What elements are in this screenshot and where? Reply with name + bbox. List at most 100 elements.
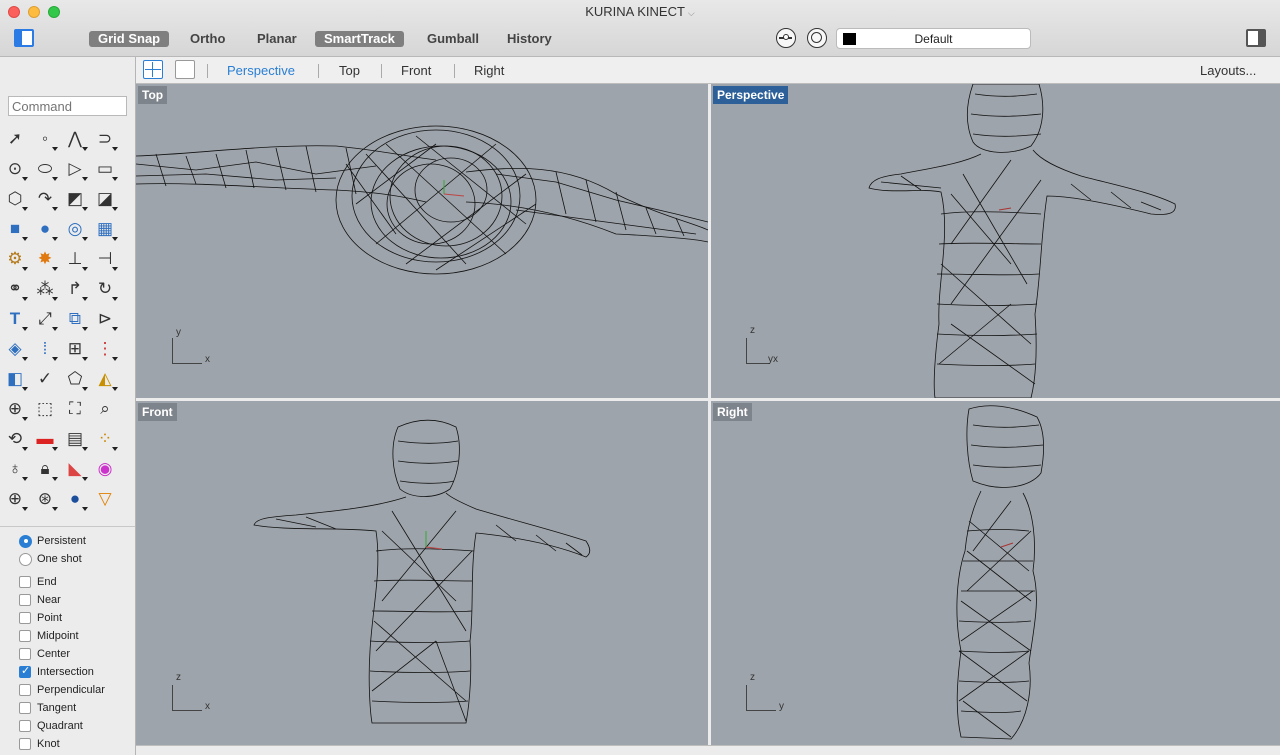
grid-dots-icon[interactable]: ⁞ (33, 337, 58, 361)
curve-icon[interactable]: ⊃ (93, 127, 118, 151)
color-wheel-icon[interactable]: ◉ (93, 457, 117, 481)
rotate-view-icon[interactable]: ⟲ (3, 427, 28, 451)
cylinder-icon[interactable]: ◎ (63, 217, 88, 241)
viewport-right[interactable]: Right z y (711, 401, 1280, 745)
layer-selector[interactable]: Default (836, 28, 1031, 49)
analyze-icon[interactable]: ◧ (3, 367, 28, 391)
pen-icon[interactable]: ▽ (93, 487, 117, 511)
mesh-plane-icon[interactable]: ▦ (93, 217, 118, 241)
tab-right[interactable]: Right (474, 63, 504, 78)
command-input[interactable] (8, 96, 127, 116)
one-shot-radio[interactable]: One shot (19, 551, 82, 567)
checkbox[interactable] (19, 702, 31, 714)
rectangle-icon[interactable]: ▭ (93, 157, 118, 181)
dimension-icon[interactable]: ⊳ (93, 307, 118, 331)
bulb-icon[interactable]: ♁ (3, 457, 28, 481)
osnap-intersection[interactable]: Intersection (19, 664, 94, 680)
checkbox[interactable] (19, 738, 31, 750)
radio-selected[interactable] (19, 534, 32, 548)
checkbox[interactable] (19, 612, 31, 624)
text-object-icon[interactable]: T (3, 307, 28, 331)
osnap-knot[interactable]: Knot (19, 736, 60, 752)
osnap-tangent[interactable]: Tangent (19, 700, 76, 716)
sidebar-toggle-icon[interactable] (14, 29, 34, 47)
array-grid-icon[interactable]: ⊞ (63, 337, 88, 361)
zoom-in-icon[interactable]: ⊕ (3, 397, 28, 421)
move-icon[interactable]: ⤢ (33, 307, 58, 331)
polygon-icon[interactable]: ⬡ (3, 187, 28, 211)
surface-extrude-icon[interactable]: ◪ (93, 187, 118, 211)
circle-icon[interactable]: ⊙ (3, 157, 28, 181)
trim-icon[interactable]: ⊥ (63, 247, 88, 271)
viewport-label-front[interactable]: Front (138, 403, 177, 421)
search-icon[interactable]: ⌕ (93, 397, 117, 421)
zoom-window-icon[interactable]: ⬚ (33, 397, 57, 421)
select-arrow-icon[interactable]: ➚ (3, 127, 27, 151)
window-title[interactable]: KURINA KINECT ⌵ (0, 4, 1280, 19)
osnap-near[interactable]: Near (19, 592, 61, 608)
viewport-perspective[interactable]: Perspective z yx (711, 84, 1280, 398)
viewport-label-right[interactable]: Right (713, 403, 752, 421)
viewport-front[interactable]: Front z x (136, 401, 708, 745)
layouts-button[interactable]: Layouts... (1200, 63, 1256, 78)
car-icon[interactable]: ▬ (33, 427, 58, 451)
shade-icon[interactable]: ⬠ (63, 367, 88, 391)
zoom-extents-icon[interactable]: ⛶ (63, 397, 87, 421)
light-icon[interactable]: ◭ (93, 367, 118, 391)
osnap-end[interactable]: End (19, 574, 57, 590)
fillet-edge-icon[interactable]: ↱ (63, 277, 88, 301)
checkbox[interactable] (19, 648, 31, 660)
tab-front[interactable]: Front (401, 63, 431, 78)
boolean-union-icon[interactable]: ⚭ (3, 277, 28, 301)
gumball-button[interactable]: Gumball (418, 31, 488, 47)
align-icon[interactable]: ⋮ (93, 337, 118, 361)
planar-button[interactable]: Planar (248, 31, 306, 47)
map-icon[interactable]: ▤ (63, 427, 88, 451)
check-icon[interactable]: ✓ (33, 367, 57, 391)
surface-corner-icon[interactable]: ◩ (63, 187, 88, 211)
osnap-target-icon[interactable] (807, 28, 827, 48)
checkbox[interactable] (19, 594, 31, 606)
arc-icon[interactable]: ▷ (63, 157, 88, 181)
ellipse-icon[interactable]: ⬭ (33, 157, 58, 181)
osnap-perpendicular[interactable]: Perpendicular (19, 682, 105, 698)
osnap-center[interactable]: Center (19, 646, 70, 662)
right-panel-toggle-icon[interactable] (1246, 29, 1266, 47)
globe-icon[interactable]: ⊕ (3, 487, 28, 511)
mesh-sphere-icon[interactable]: ⊛ (33, 487, 58, 511)
array-icon[interactable]: ⧉ (63, 307, 88, 331)
point-icon[interactable]: ◦ (33, 127, 58, 151)
lock-icon[interactable]: 🔒︎ (33, 457, 58, 481)
viewport-label-top[interactable]: Top (138, 86, 168, 104)
checkbox[interactable] (19, 576, 31, 588)
persistent-radio[interactable]: Persistent (19, 533, 86, 549)
tab-perspective[interactable]: Perspective (227, 63, 295, 78)
layer-icon[interactable]: ◣ (63, 457, 88, 481)
offset-curve-icon[interactable]: ↻ (93, 277, 118, 301)
record-history-icon[interactable] (776, 28, 796, 48)
grid-snap-button[interactable]: Grid Snap (89, 31, 170, 47)
checkbox[interactable] (19, 630, 31, 642)
polyline-icon[interactable]: ⋀ (63, 127, 88, 151)
shapes-icon[interactable]: ⁘ (93, 427, 118, 451)
fillet-curve-icon[interactable]: ↷ (33, 187, 58, 211)
history-button[interactable]: History (498, 31, 561, 47)
box-solid-icon[interactable]: ■ (3, 217, 28, 241)
split-icon[interactable]: ⊣ (93, 247, 118, 271)
checkbox-checked[interactable] (19, 664, 31, 678)
viewport-top[interactable]: Top y x (136, 84, 708, 398)
gear-icon[interactable]: ⚙ (3, 247, 28, 271)
smarttrack-button[interactable]: SmartTrack (315, 31, 404, 47)
tab-top[interactable]: Top (339, 63, 360, 78)
four-viewport-layout-icon[interactable] (143, 60, 163, 79)
cube-view-icon[interactable]: ◈ (3, 337, 28, 361)
viewport-label-perspective[interactable]: Perspective (713, 86, 789, 104)
checkbox[interactable] (19, 720, 31, 732)
group-icon[interactable]: ⁂ (33, 277, 58, 301)
radio-unselected[interactable] (19, 552, 32, 566)
render-sphere-icon[interactable]: ● (63, 487, 88, 511)
osnap-midpoint[interactable]: Midpoint (19, 628, 79, 644)
osnap-point[interactable]: Point (19, 610, 62, 626)
checkbox[interactable] (19, 684, 31, 696)
explode-icon[interactable]: ✸ (33, 247, 58, 271)
